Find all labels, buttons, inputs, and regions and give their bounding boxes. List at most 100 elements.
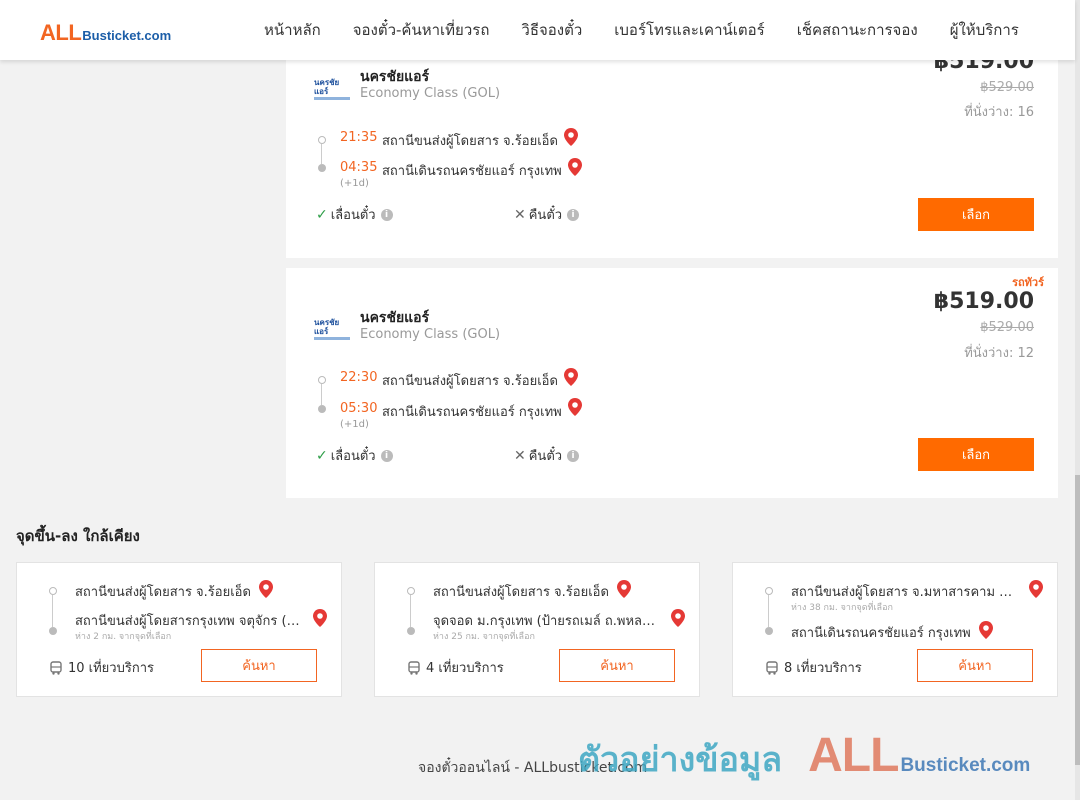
map-pin-icon[interactable] — [568, 398, 582, 416]
search-button[interactable]: ค้นหา — [559, 649, 675, 682]
refund-policy: ✕ คืนตั๋ว i — [514, 445, 580, 466]
bus-icon — [408, 660, 420, 675]
info-icon[interactable]: i — [567, 449, 580, 462]
timeline-start-dot — [318, 376, 326, 384]
timeline-end-dot — [765, 627, 773, 635]
timeline-start-dot — [49, 587, 57, 595]
trip-count: 4 เที่ยวบริการ — [407, 657, 504, 678]
map-pin-icon[interactable] — [671, 609, 685, 627]
select-trip-button[interactable]: เลือก — [918, 438, 1034, 471]
map-pin-icon[interactable] — [979, 621, 993, 639]
operator-logo: นครชัยแอร์ — [314, 318, 350, 340]
page-scrollbar[interactable] — [1075, 0, 1080, 800]
nav-home[interactable]: หน้าหลัก — [264, 18, 321, 42]
old-price: ฿529.00 — [980, 80, 1034, 95]
timeline-end-dot — [407, 627, 415, 635]
cross-icon: ✕ — [514, 447, 526, 464]
nav-check-status[interactable]: เช็คสถานะการจอง — [797, 18, 918, 42]
map-pin-icon[interactable] — [617, 580, 631, 598]
nearby-route-card: สถานีขนส่งผู้โดยสาร จ.ร้อยเอ็ด จุดจอด ม.… — [374, 562, 700, 697]
nav-how-to-book[interactable]: วิธีจองตั๋ว — [521, 18, 582, 42]
scrollbar-thumb[interactable] — [1075, 475, 1080, 765]
logo-all-text: ALL — [40, 20, 82, 45]
timeline-end-dot — [318, 405, 326, 413]
timeline-start-dot — [318, 136, 326, 144]
distance-label: ห่าง 25 กม. จากจุดที่เลือก — [433, 632, 535, 642]
arrive-station: สถานีเดินรถนครชัยแอร์ กรุงเทพ — [382, 164, 562, 179]
next-day-label: (+1d) — [340, 178, 369, 189]
main-nav: หน้าหลัก จองตั๋ว-ค้นหาเที่ยวรถ วิธีจองตั… — [248, 18, 1035, 42]
from-station: สถานีขนส่งผู้โดยสาร จ.ร้อยเอ็ด — [433, 585, 609, 600]
timeline-line — [321, 144, 322, 164]
old-price: ฿529.00 — [980, 320, 1034, 335]
timeline-line — [768, 595, 769, 627]
distance-label: ห่าง 2 กม. จากจุดที่เลือก — [75, 632, 172, 642]
map-pin-icon[interactable] — [1029, 580, 1043, 598]
depart-station: สถานีขนส่งผู้โดยสาร จ.ร้อยเอ็ด — [382, 374, 558, 389]
distance-label: ห่าง 38 กม. จากจุดที่เลือก — [791, 603, 893, 613]
info-icon[interactable]: i — [380, 208, 393, 221]
watermark-text: ตัวอย่างข้อมูล — [578, 740, 783, 780]
trip-card: นครชัยแอร์ นครชัยแอร์ Economy Class (GOL… — [286, 40, 1058, 258]
check-icon: ✓ — [316, 447, 328, 464]
map-pin-icon[interactable] — [259, 580, 273, 598]
search-button[interactable]: ค้นหา — [201, 649, 317, 682]
timeline-end-dot — [49, 627, 57, 635]
select-trip-button[interactable]: เลือก — [918, 198, 1034, 231]
watermark: ตัวอย่างข้อมูล ALL Busticket.com — [578, 728, 1030, 786]
operator-name: นครชัยแอร์ — [360, 310, 430, 326]
nearby-route-card: สถานีขนส่งผู้โดยสาร จ.ร้อยเอ็ด สถานีขนส่… — [16, 562, 342, 697]
arrive-time: 05:30 — [340, 401, 378, 416]
reschedule-policy: ✓ เลื่อนตั๋ว i — [316, 445, 393, 466]
timeline-start-dot — [765, 587, 773, 595]
map-pin-icon[interactable] — [313, 609, 327, 627]
operator-name: นครชัยแอร์ — [360, 69, 430, 85]
timeline-line — [52, 595, 53, 627]
depart-time: 21:35 — [340, 130, 378, 145]
info-icon[interactable]: i — [380, 449, 393, 462]
refund-policy: ✕ คืนตั๋ว i — [514, 204, 580, 225]
from-station: สถานีขนส่งผู้โดยสาร จ.มหาสารคาม แห่งใหม่ — [791, 585, 1019, 600]
trip-card: รถทัวร์ นครชัยแอร์ นครชัยแอร์ Economy Cl… — [286, 268, 1058, 498]
timeline-start-dot — [407, 587, 415, 595]
bus-class: Economy Class (GOL) — [360, 327, 501, 342]
reschedule-policy: ✓ เลื่อนตั๋ว i — [316, 204, 393, 225]
price: ฿519.00 — [933, 289, 1034, 314]
to-station: จุดจอด ม.กรุงเทพ (ป้ายรถเมล์ ถ.พหลโยธิน) — [433, 614, 661, 629]
bus-class: Economy Class (GOL) — [360, 86, 501, 101]
timeline-end-dot — [318, 164, 326, 172]
arrive-time: 04:35 — [340, 160, 378, 175]
watermark-logo-all: ALL — [808, 729, 899, 782]
trip-count: 8 เที่ยวบริการ — [765, 657, 862, 678]
nearby-route-card: สถานีขนส่งผู้โดยสาร จ.มหาสารคาม แห่งใหม่… — [732, 562, 1058, 697]
bus-icon — [766, 660, 778, 675]
info-icon[interactable]: i — [567, 208, 580, 221]
arrive-station: สถานีเดินรถนครชัยแอร์ กรุงเทพ — [382, 405, 562, 420]
cross-icon: ✕ — [514, 206, 526, 223]
map-pin-icon[interactable] — [564, 128, 578, 146]
nav-operators[interactable]: ผู้ให้บริการ — [950, 18, 1019, 42]
nav-contact[interactable]: เบอร์โทรและเคาน์เตอร์ — [614, 18, 764, 42]
timeline-line — [321, 384, 322, 405]
watermark-logo-rest: Busticket.com — [900, 755, 1031, 776]
search-button[interactable]: ค้นหา — [917, 649, 1033, 682]
from-station: สถานีขนส่งผู้โดยสาร จ.ร้อยเอ็ด — [75, 585, 251, 600]
map-pin-icon[interactable] — [568, 158, 582, 176]
to-station: สถานีขนส่งผู้โดยสารกรุงเทพ จตุจักร (หมอช… — [75, 614, 303, 629]
bus-icon — [50, 660, 62, 675]
top-header: ALL Busticket.com หน้าหลัก จองตั๋ว-ค้นหา… — [0, 0, 1075, 60]
site-logo[interactable]: ALL Busticket.com — [40, 20, 171, 46]
depart-time: 22:30 — [340, 370, 378, 385]
nav-book-search[interactable]: จองตั๋ว-ค้นหาเที่ยวรถ — [353, 18, 490, 42]
nearby-section-title: จุดขึ้น-ลง ใกล้เคียง — [16, 527, 140, 545]
trip-count: 10 เที่ยวบริการ — [49, 657, 154, 678]
check-icon: ✓ — [316, 206, 328, 223]
to-station: สถานีเดินรถนครชัยแอร์ กรุงเทพ — [791, 626, 971, 641]
map-pin-icon[interactable] — [564, 368, 578, 386]
seats-available: ที่นั่งว่าง: 16 — [964, 105, 1034, 120]
timeline-line — [410, 595, 411, 627]
logo-busticket-text: Busticket.com — [82, 28, 172, 43]
next-day-label: (+1d) — [340, 419, 369, 430]
seats-available: ที่นั่งว่าง: 12 — [964, 346, 1034, 361]
operator-logo: นครชัยแอร์ — [314, 78, 350, 100]
